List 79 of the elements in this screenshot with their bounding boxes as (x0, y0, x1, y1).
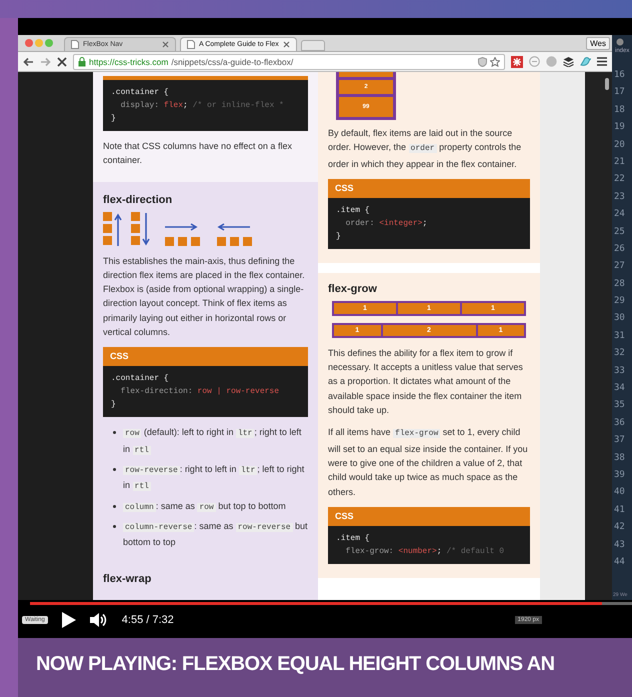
code-line: .container { (111, 87, 169, 99)
page-icon (187, 40, 195, 49)
line-number: 22 (613, 173, 626, 186)
list-item-text: column-reverse : same as row-reverse but bottom to top (123, 520, 308, 550)
line-number: 42 (613, 521, 626, 534)
line-number: 25 (613, 226, 626, 239)
close-icon[interactable] (282, 41, 290, 48)
section-heading: flex-wrap (103, 573, 152, 586)
time-display: 4:55 / 7:32 (122, 614, 174, 626)
close-icon[interactable] (162, 41, 169, 48)
code-line: } (336, 230, 341, 243)
paragraph: If all items have flex-grow set to 1, every child will set to an equal size inside the container. If you were to give one of the children a value of 2, that child would take up twice as much space as the others. (328, 426, 529, 499)
stop-icon[interactable] (57, 56, 67, 66)
code-line: display: flex; /* or inline-flex * (120, 100, 284, 112)
bullet-icon (113, 431, 116, 434)
bullet-icon (113, 524, 116, 528)
line-number: 17 (613, 86, 626, 100)
line-number: 24 (613, 208, 626, 222)
code-line: order: <integer>; (344, 218, 428, 230)
line-number: 27 (613, 260, 626, 274)
back-icon[interactable] (23, 56, 34, 66)
address-bar[interactable]: https://css-tricks.com /snippets/css/a-guide-to-flexbox/ (73, 54, 505, 70)
bullet-icon (113, 468, 116, 471)
line-number: 44 (613, 556, 626, 569)
code-line: .container { (111, 373, 169, 386)
layers-icon[interactable] (563, 56, 574, 67)
bullet-icon (113, 504, 116, 508)
line-number: 23 (613, 190, 626, 204)
line-number: 28 (613, 278, 626, 291)
line-number: 18 (613, 104, 626, 117)
paragraph: This defines the ability for a flex item to grow if necessary. It accepts a unitless value that serves as a proportion. It dictates what amount of the available space inside the flex container the item should take up. (328, 346, 524, 418)
list-item-text: column : same as row but top to bottom (123, 500, 286, 514)
window-controls-icon[interactable] (24, 38, 54, 48)
profile-button[interactable]: Wes (586, 36, 610, 50)
line-number: 21 (613, 156, 626, 169)
flex-item-box (339, 72, 393, 77)
code-line: flex-direction: row | row-reverse (120, 386, 280, 398)
close-icon[interactable] (616, 38, 624, 46)
code-line: .item { (336, 532, 370, 545)
line-number: 35 (613, 399, 626, 412)
lock-icon (78, 56, 86, 66)
line-number: 33 (613, 364, 626, 378)
code-line: } (111, 113, 116, 125)
line-number: 41 (613, 504, 626, 517)
code-line: flex-grow: <number>; /* default 0 (344, 546, 504, 558)
scrollbar-thumb[interactable] (605, 78, 609, 90)
code-line: .item { (336, 204, 370, 217)
shield-icon (478, 56, 487, 66)
line-number: 19 (613, 121, 626, 134)
bookmark-star-icon[interactable] (490, 56, 500, 66)
code-header: CSS (328, 506, 530, 526)
line-number: 43 (613, 538, 626, 552)
paragraph: Note that CSS columns have no effect on a flex container. (103, 140, 293, 168)
page-icon (71, 40, 79, 49)
line-number: 38 (613, 452, 626, 465)
section-heading: flex-grow (328, 282, 378, 295)
line-number: 20 (613, 138, 626, 152)
now-playing-title: NOW PLAYING: FLEXBOX EQUAL HEIGHT COLUMNS AN (35, 652, 556, 677)
line-number: 16 (613, 69, 626, 82)
paragraph: By default, flex items are laid out in the source order. However, the order property controls the order in which they appear in the flex container. (328, 127, 522, 171)
code-header: CSS (328, 178, 530, 198)
line-number: 30 (613, 312, 626, 326)
line-number: 36 (613, 416, 626, 430)
menu-icon[interactable] (597, 57, 607, 66)
line-number: 32 (613, 347, 626, 360)
line-number: 39 (613, 468, 626, 482)
line-number: 31 (613, 330, 626, 343)
section-heading: flex-direction (103, 194, 174, 206)
bird-icon[interactable] (580, 56, 591, 67)
volume-icon[interactable] (90, 612, 108, 628)
play-icon[interactable] (62, 612, 76, 628)
paragraph: This establishes the main-axis, thus defining the direction flex items are placed in the flex container. Flexbox is (aside from optional wrapping) a single-direction layout concept. Think of flex items as primarily laying out either in horizontal rows or vertical columns. (103, 254, 306, 340)
line-number: 40 (613, 486, 626, 500)
code-header: CSS (103, 347, 308, 366)
line-number: 37 (613, 434, 626, 448)
line-number: 34 (613, 382, 626, 396)
code-line: } (111, 399, 116, 412)
line-number: 29 (613, 295, 626, 308)
line-number: 26 (613, 242, 626, 256)
